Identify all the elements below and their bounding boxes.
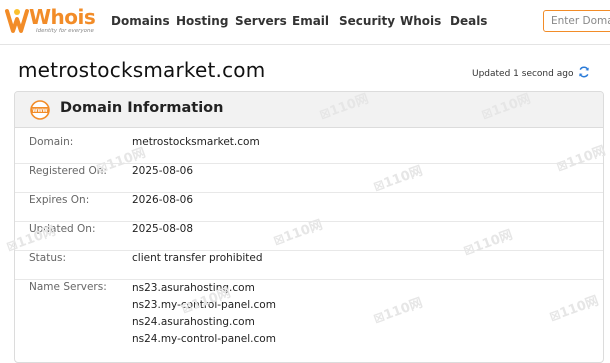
nav-hosting[interactable]: Hosting bbox=[176, 14, 228, 28]
name-server-item: ns24.my-control-panel.com bbox=[132, 333, 276, 345]
row-label: Expires On: bbox=[29, 194, 90, 206]
www-icon: WWW bbox=[30, 100, 50, 120]
nav-servers[interactable]: Servers bbox=[235, 14, 287, 28]
logo-wordmark: Whois bbox=[29, 5, 96, 29]
row-status: Status: client transfer prohibited bbox=[15, 252, 603, 280]
row-value: 2025-08-08 bbox=[132, 223, 194, 235]
row-value: 2025-08-06 bbox=[132, 165, 194, 177]
nav-deals[interactable]: Deals bbox=[450, 14, 487, 28]
nav-email[interactable]: Email bbox=[292, 14, 329, 28]
name-server-item: ns24.asurahosting.com bbox=[132, 316, 255, 328]
row-updated-on: Updated On: 2025-08-08 bbox=[15, 223, 603, 251]
name-server-item: ns23.my-control-panel.com bbox=[132, 299, 276, 311]
panel-title: Domain Information bbox=[60, 100, 224, 116]
row-registered-on: Registered On: 2025-08-06 bbox=[15, 165, 603, 193]
top-navbar: Whois Identity for everyone Domains Host… bbox=[0, 0, 610, 45]
row-label: Registered On: bbox=[29, 165, 107, 177]
row-label: Updated On: bbox=[29, 223, 96, 235]
row-domain: Domain: metrostocksmarket.com bbox=[15, 136, 603, 164]
logo-tagline: Identity for everyone bbox=[36, 28, 94, 34]
row-value: 2026-08-06 bbox=[132, 194, 194, 206]
svg-text:WWW: WWW bbox=[32, 108, 47, 114]
row-label: Name Servers: bbox=[29, 281, 107, 293]
nav-domains[interactable]: Domains bbox=[111, 14, 170, 28]
row-label: Status: bbox=[29, 252, 66, 264]
row-expires-on: Expires On: 2026-08-06 bbox=[15, 194, 603, 222]
name-server-list: ns23.asurahosting.com ns23.my-control-pa… bbox=[132, 280, 276, 348]
whois-logo[interactable]: Whois Identity for everyone bbox=[4, 5, 96, 35]
domain-search-input[interactable]: Enter Domai bbox=[543, 10, 610, 32]
row-name-servers: Name Servers: ns23.asurahosting.com ns23… bbox=[15, 281, 603, 361]
name-server-item: ns23.asurahosting.com bbox=[132, 282, 255, 294]
refresh-icon[interactable] bbox=[578, 66, 590, 78]
updated-status: Updated 1 second ago bbox=[472, 69, 574, 79]
logo-mark-icon bbox=[5, 9, 29, 33]
row-value: client transfer prohibited bbox=[132, 252, 263, 264]
panel-header: WWW Domain Information bbox=[15, 92, 603, 128]
row-label: Domain: bbox=[29, 136, 74, 148]
row-value: metrostocksmarket.com bbox=[132, 136, 260, 148]
domain-information-panel: WWW Domain Information Domain: metrostoc… bbox=[14, 91, 604, 363]
page-title: metrostocksmarket.com bbox=[18, 58, 266, 82]
nav-whois[interactable]: Whois bbox=[400, 14, 441, 28]
nav-security[interactable]: Security bbox=[339, 14, 395, 28]
